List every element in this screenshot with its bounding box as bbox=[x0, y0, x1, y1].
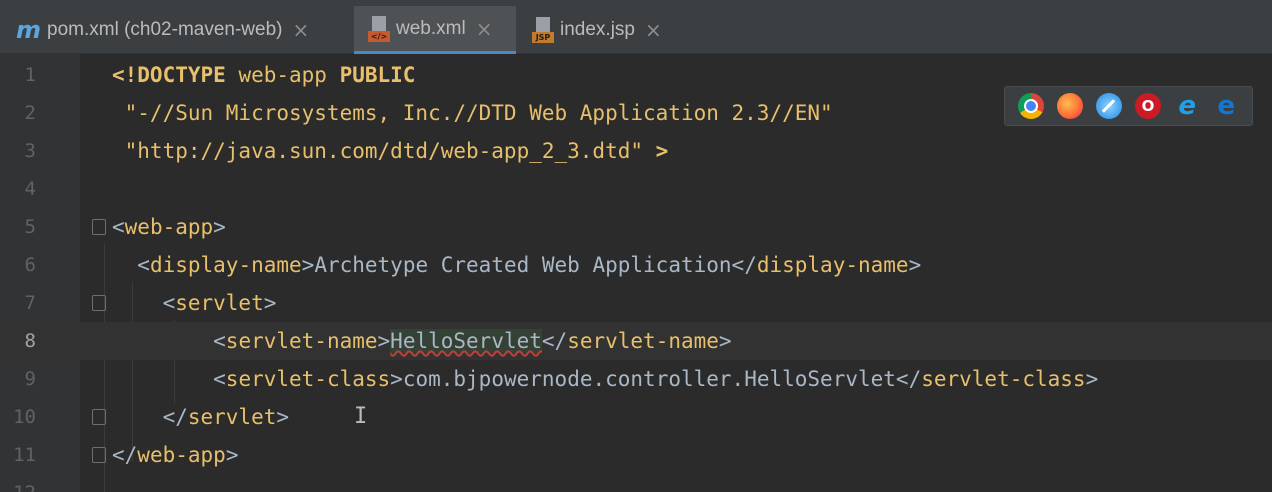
browser-preview-bar: O e e bbox=[1004, 86, 1253, 126]
tag-name: display-name bbox=[756, 253, 909, 277]
code-line-5[interactable]: 5 <web-app> bbox=[0, 208, 1272, 246]
fold-marker-icon[interactable] bbox=[92, 409, 106, 425]
tag-bracket: > bbox=[718, 329, 732, 353]
selected-text[interactable]: HelloServlet bbox=[390, 329, 542, 353]
doctype-system-id: "http://java.sun.com/dtd/web-app_2_3.dtd… bbox=[112, 139, 644, 163]
code-line-12[interactable]: 12 bbox=[0, 474, 1272, 492]
tab-web-xml[interactable]: </> web.xml × bbox=[354, 6, 516, 54]
tag-bracket: > bbox=[213, 215, 226, 239]
tag-bracket: < bbox=[112, 215, 125, 239]
doctype-open: <!DOCTYPE bbox=[112, 63, 226, 87]
jsp-file-icon: JSP bbox=[532, 17, 554, 43]
code-line-10[interactable]: 10 </servlet> bbox=[0, 398, 1272, 436]
code-line-9[interactable]: 9 <servlet-class>com.bjpowernode.control… bbox=[0, 360, 1272, 398]
tab-index-jsp[interactable]: JSP index.jsp × bbox=[520, 6, 690, 54]
line-number: 3 bbox=[24, 140, 36, 162]
tag-bracket: </ bbox=[731, 253, 757, 277]
tag-bracket: > bbox=[301, 253, 315, 277]
tag-name: display-name bbox=[149, 253, 302, 277]
line-number: 5 bbox=[24, 216, 36, 238]
tag-bracket: > bbox=[908, 253, 922, 277]
tab-label: pom.xml (ch02-maven-web) bbox=[47, 19, 283, 40]
tag-name: servlet-class bbox=[921, 367, 1086, 391]
line-number: 4 bbox=[24, 178, 36, 200]
fold-marker-icon[interactable] bbox=[92, 447, 106, 463]
tag-name: servlet-name bbox=[567, 329, 719, 353]
safari-icon[interactable] bbox=[1095, 93, 1122, 119]
tag-bracket: > bbox=[276, 405, 290, 429]
tag-bracket: < bbox=[112, 329, 226, 353]
line-number: 7 bbox=[24, 292, 36, 314]
xml-file-icon: </> bbox=[368, 15, 390, 42]
text-cursor-icon: I bbox=[354, 404, 368, 429]
tag-bracket: > bbox=[377, 329, 391, 353]
edge-icon[interactable]: e bbox=[1213, 91, 1239, 121]
tag-bracket: > bbox=[390, 367, 403, 391]
code-line-8[interactable]: 8 <servlet-name>HelloServlet</servlet-na… bbox=[0, 322, 1272, 360]
line-number: 10 bbox=[13, 406, 36, 428]
tag-name: servlet-name bbox=[225, 329, 378, 353]
editor-tab-bar: m pom.xml (ch02-maven-web) × </> web.xml… bbox=[0, 0, 1272, 54]
tag-name: web-app bbox=[137, 443, 226, 467]
tag-bracket: </ bbox=[112, 443, 138, 467]
maven-m-icon: m bbox=[16, 16, 42, 44]
close-icon[interactable]: × bbox=[476, 17, 493, 41]
tag-bracket: < bbox=[112, 367, 226, 391]
tag-bracket: < bbox=[112, 291, 176, 315]
tag-bracket: > bbox=[263, 291, 277, 315]
tag-text: com.bjpowernode.controller.HelloServlet bbox=[402, 367, 896, 391]
doctype-public-id: "-//Sun Microsystems, Inc.//DTD Web Appl… bbox=[112, 101, 833, 125]
internet-explorer-icon[interactable]: e bbox=[1174, 91, 1200, 121]
chrome-icon[interactable] bbox=[1017, 93, 1044, 119]
tag-bracket: </ bbox=[541, 329, 568, 353]
fold-marker-icon[interactable] bbox=[92, 219, 106, 235]
doctype-keyword: PUBLIC bbox=[339, 63, 416, 87]
line-number: 8 bbox=[24, 330, 36, 352]
line-number: 9 bbox=[24, 368, 36, 390]
close-icon[interactable]: × bbox=[292, 18, 309, 42]
code-line-3[interactable]: 3 "http://java.sun.com/dtd/web-app_2_3.d… bbox=[0, 132, 1272, 170]
tag-bracket: > bbox=[225, 443, 239, 467]
line-number: 1 bbox=[24, 64, 36, 86]
doctype-name: web-app bbox=[225, 63, 340, 87]
line-number: 2 bbox=[24, 102, 36, 124]
tag-name: servlet bbox=[187, 405, 277, 429]
line-number: 11 bbox=[13, 444, 36, 466]
code-line-4[interactable]: 4 bbox=[0, 170, 1272, 208]
tab-label: web.xml bbox=[396, 17, 466, 39]
code-line-11[interactable]: 11 </web-app> bbox=[0, 436, 1272, 474]
tab-label: index.jsp bbox=[560, 19, 635, 40]
tag-bracket: </ bbox=[895, 367, 922, 391]
tag-name: servlet bbox=[175, 291, 264, 315]
opera-icon[interactable]: O bbox=[1135, 93, 1162, 119]
firefox-icon[interactable] bbox=[1056, 93, 1083, 119]
tag-name: web-app bbox=[124, 215, 214, 239]
tag-bracket: < bbox=[112, 253, 150, 277]
tab-pom-xml[interactable]: m pom.xml (ch02-maven-web) × bbox=[12, 6, 352, 54]
fold-marker-icon[interactable] bbox=[92, 295, 106, 311]
tag-bracket: </ bbox=[112, 405, 188, 429]
doctype-close: > bbox=[643, 139, 669, 163]
code-line-7[interactable]: 7 <servlet> bbox=[0, 284, 1272, 322]
line-number: 6 bbox=[24, 254, 36, 276]
code-line-6[interactable]: 6 <display-name>Archetype Created Web Ap… bbox=[0, 246, 1272, 284]
close-icon[interactable]: × bbox=[645, 18, 662, 42]
tag-text: Archetype Created Web Application bbox=[314, 253, 732, 277]
tag-name: servlet-class bbox=[225, 367, 391, 391]
line-number: 12 bbox=[0, 474, 36, 492]
tag-bracket: > bbox=[1085, 367, 1099, 391]
